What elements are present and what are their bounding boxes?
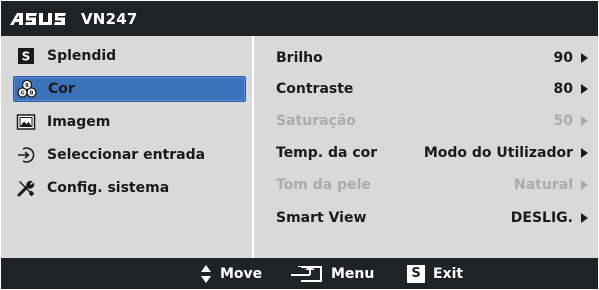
setting-row-smart-view[interactable]: Smart View DESLIG. <box>276 207 588 229</box>
setting-value: Natural <box>514 177 588 193</box>
setting-value: 90 <box>554 50 588 66</box>
setting-value: 80 <box>554 81 588 97</box>
setting-row-saturacao: Saturação 50 <box>276 110 588 132</box>
setting-label: Saturação <box>276 113 356 129</box>
setting-value-text: 80 <box>553 81 573 97</box>
arrow-right-icon <box>581 116 588 126</box>
arrow-right-icon <box>581 84 588 94</box>
setting-value-text: 90 <box>553 50 573 66</box>
sidebar-item-label: Cor <box>48 81 75 97</box>
setting-label: Contraste <box>276 81 354 97</box>
footer-exit[interactable]: S Exit <box>407 258 463 289</box>
setting-value-text: DESLIG. <box>510 210 573 226</box>
sidebar-item-label: Imagem <box>47 114 111 130</box>
up-down-arrow-icon <box>201 264 211 283</box>
footer-exit-label: Exit <box>433 265 464 282</box>
sidebar-item-config-sistema[interactable]: Config. sistema <box>13 175 246 201</box>
setting-value: 50 <box>554 113 588 129</box>
setting-label: Temp. da cor <box>276 145 378 161</box>
setting-label: Brilho <box>276 50 323 66</box>
asus-logo-mark <box>10 13 66 25</box>
osd-header: VN247 <box>1 1 598 36</box>
osd-body: S Splendid R G B Cor Imagem Seleccionar … <box>1 36 598 258</box>
exit-s-key-icon: S <box>407 264 425 283</box>
sidebar-item-seleccionar-entrada[interactable]: Seleccionar entrada <box>13 142 246 168</box>
footer-menu[interactable]: Menu <box>289 258 374 289</box>
asus-logo <box>9 9 73 29</box>
setting-row-brilho[interactable]: Brilho 90 <box>276 47 588 69</box>
sidebar-item-splendid[interactable]: S Splendid <box>13 43 246 69</box>
sidebar-item-label: Splendid <box>47 48 117 64</box>
setting-value: DESLIG. <box>511 210 588 226</box>
enter-icon <box>291 265 322 283</box>
arrow-right-icon <box>581 148 588 158</box>
osd-sidebar: S Splendid R G B Cor Imagem Seleccionar … <box>1 36 251 258</box>
setting-row-contraste[interactable]: Contraste 80 <box>276 78 588 100</box>
setting-label: Tom da pele <box>276 177 371 193</box>
setting-label: Smart View <box>276 210 367 226</box>
image-icon <box>15 111 37 133</box>
setting-value-text: 50 <box>553 113 573 129</box>
svg-text:R: R <box>25 83 29 89</box>
setting-value: Modo do Utilizador <box>424 145 588 161</box>
sidebar-item-imagem[interactable]: Imagem <box>13 109 246 135</box>
settings-panel: Brilho 90 Contraste 80 Saturação 50 Temp… <box>254 36 598 258</box>
sidebar-item-cor[interactable]: R G B Cor <box>13 76 246 102</box>
setting-value-text: Modo do Utilizador <box>423 145 573 161</box>
monitor-osd: VN247 S Splendid R G B Cor Imagem Selecc… <box>0 0 599 290</box>
arrow-right-icon <box>581 180 588 190</box>
sidebar-item-label: Config. sistema <box>47 180 170 196</box>
svg-text:G: G <box>20 91 24 97</box>
arrow-right-icon <box>581 53 588 63</box>
arrow-right-icon <box>581 213 588 223</box>
svg-text:B: B <box>30 91 34 97</box>
sidebar-item-label: Seleccionar entrada <box>47 147 206 163</box>
svg-text:S: S <box>22 50 31 64</box>
input-select-icon <box>15 144 37 166</box>
footer-move-label: Move <box>220 265 263 282</box>
footer-menu-label: Menu <box>331 265 375 282</box>
splendid-s-icon: S <box>15 45 37 67</box>
setting-row-tom-da-pele: Tom da pele Natural <box>276 174 588 196</box>
color-circles-icon: R G B <box>16 78 38 100</box>
osd-footer: Move Menu S Exit <box>1 258 598 289</box>
footer-move[interactable]: Move <box>200 258 262 289</box>
setting-row-temp-da-cor[interactable]: Temp. da cor Modo do Utilizador <box>276 142 588 164</box>
model-name: VN247 <box>81 10 138 28</box>
setting-value-text: Natural <box>514 177 573 193</box>
tools-icon <box>15 177 37 199</box>
